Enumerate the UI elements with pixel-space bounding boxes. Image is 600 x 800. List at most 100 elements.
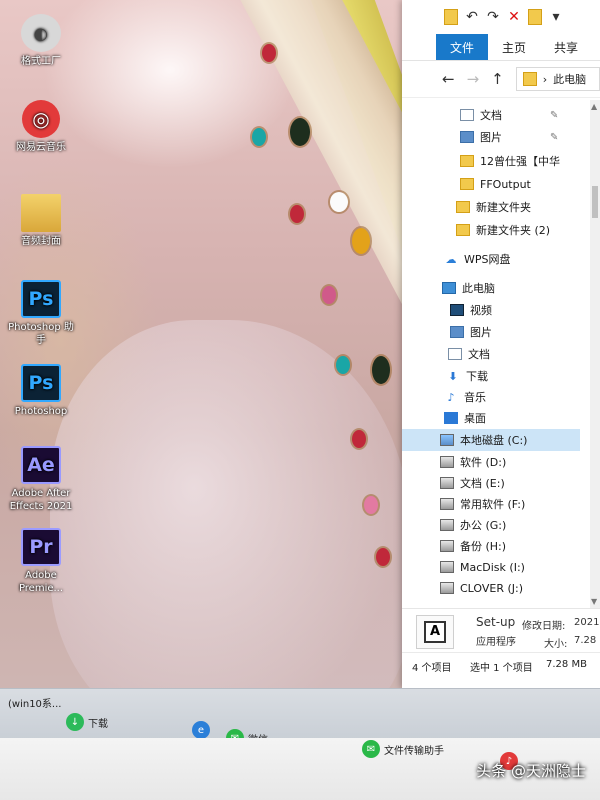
folder-icon — [460, 155, 474, 167]
tab-home[interactable]: 主页 — [488, 34, 540, 60]
folder-icon[interactable] — [444, 9, 458, 25]
nav-pane-scrollbar[interactable]: ▲ ▼ — [590, 100, 600, 608]
new-folder-icon[interactable] — [528, 9, 542, 25]
qat-dropdown-icon[interactable]: ▾ — [549, 9, 563, 25]
nav-item-label: 音乐 — [464, 391, 486, 404]
nav-item-folder-zeng[interactable]: 12曾仕强【中华 — [402, 150, 600, 172]
nav-item-this-pc[interactable]: 此电脑 — [402, 277, 600, 299]
nav-item-label: 桌面 — [464, 412, 486, 425]
drive-icon — [440, 561, 454, 573]
drive-icon — [440, 456, 454, 468]
taskbar-item-win10[interactable]: (win10系... — [8, 691, 61, 713]
folder-icon — [456, 224, 470, 236]
nav-item-label: 文档 — [468, 348, 490, 361]
desktop-icon-audio-cover[interactable]: 音频封面 — [6, 194, 76, 248]
nav-item-pictures[interactable]: 图片 ✎ — [402, 126, 600, 148]
scrollbar-thumb[interactable] — [592, 186, 598, 218]
nav-item-ffoutput[interactable]: FFOutput — [402, 173, 600, 195]
nav-item-label: 本地磁盘 (C:) — [460, 434, 528, 447]
bead-decoration — [352, 228, 370, 254]
nav-item-label: 此电脑 — [462, 282, 495, 295]
nav-item-label: CLOVER (J:) — [460, 581, 524, 595]
desktop-icon-label: 音频封面 — [21, 236, 61, 247]
nav-item-drive-g[interactable]: 办公 (G:) — [402, 514, 600, 536]
download-app-icon: ↓ — [66, 713, 84, 731]
music-icon: ♪ — [447, 390, 455, 404]
drive-icon — [440, 477, 454, 489]
bead-decoration — [336, 356, 350, 374]
taskbar-item-download[interactable]: ↓ 下载 — [66, 711, 108, 733]
desktop-icon-label: 格式工厂 — [21, 56, 61, 67]
nav-item-videos[interactable]: 视频 — [402, 299, 600, 321]
nav-item-wps-cloud[interactable]: ☁ WPS网盘 — [402, 248, 600, 270]
modified-label: 修改日期: — [522, 621, 566, 632]
delete-icon[interactable]: ✕ — [507, 9, 521, 25]
scroll-down-icon[interactable]: ▼ — [591, 597, 597, 606]
photoshop-icon: Ps — [21, 280, 61, 318]
nav-item-label: FFOutput — [480, 177, 531, 191]
nav-item-drive-d[interactable]: 软件 (D:) — [402, 451, 600, 473]
pin-icon[interactable]: ✎ — [550, 110, 558, 121]
pictures-icon — [450, 326, 464, 338]
back-button[interactable]: ← — [442, 70, 455, 88]
nav-item-label: 新建文件夹 (2) — [476, 224, 551, 237]
nav-item-drive-c[interactable]: 本地磁盘 (C:) — [402, 429, 580, 451]
nav-item-drive-j[interactable]: CLOVER (J:) — [402, 577, 600, 599]
nav-item-drive-e[interactable]: 文档 (E:) — [402, 472, 600, 494]
desktop-icon-after-effects[interactable]: Ae Adobe After Effects 2021 — [6, 446, 76, 513]
desktop-icon-premiere[interactable]: Pr Adobe Premie... — [6, 528, 76, 595]
scroll-up-icon[interactable]: ▲ — [591, 102, 597, 111]
nav-item-new-folder[interactable]: 新建文件夹 — [402, 196, 600, 218]
nav-item-drive-i[interactable]: MacDisk (I:) — [402, 556, 600, 578]
quick-access-toolbar: ↶ ↷ ✕ ▾ — [402, 0, 600, 34]
taskbar-item-label: 下载 — [88, 718, 108, 730]
nav-item-desktop[interactable]: 桌面 — [402, 407, 600, 429]
taskbar: (win10系... ↓ 下载 e ✉ 微信 — [0, 688, 600, 747]
bead-decoration — [322, 286, 336, 304]
desktop-icon-label: Photoshop — [14, 406, 68, 417]
desktop-icon-label: 网易云音乐 — [16, 142, 66, 153]
undo-icon[interactable]: ↶ — [465, 9, 479, 25]
desktop-icon-netease-music[interactable]: ◎ 网易云音乐 — [6, 100, 76, 154]
nav-item-label: 文档 (E:) — [460, 477, 505, 490]
forward-button[interactable]: → — [467, 70, 480, 88]
bead-decoration — [364, 496, 378, 514]
nav-item-music[interactable]: ♪ 音乐 — [402, 386, 600, 408]
folder-icon — [456, 201, 470, 213]
drive-icon — [440, 519, 454, 531]
nav-item-downloads[interactable]: ⬇ 下载 — [402, 365, 600, 387]
bead-decoration — [352, 430, 366, 448]
desktop-icon-photoshop-helper[interactable]: Ps Photoshop 助手 — [6, 280, 76, 347]
status-bar: 4 个项目 选中 1 个项目 7.28 MB — [402, 652, 600, 677]
tab-share[interactable]: 共享 — [540, 34, 592, 60]
file-thumbnail: A — [416, 615, 454, 649]
nav-item-pc-pictures[interactable]: 图片 — [402, 321, 600, 343]
nav-item-documents[interactable]: 文档 ✎ — [402, 104, 600, 126]
size-label: 大小: — [544, 639, 568, 650]
nav-item-new-folder-2[interactable]: 新建文件夹 (2) — [402, 219, 600, 241]
nav-item-drive-h[interactable]: 备份 (H:) — [402, 535, 600, 557]
nav-item-pc-documents[interactable]: 文档 — [402, 343, 600, 365]
document-icon — [448, 348, 462, 360]
taskbar-item-file-transfer[interactable]: ✉ 文件传输助手 — [362, 738, 444, 760]
selection-count: 选中 1 个项目 — [470, 663, 533, 674]
tab-file[interactable]: 文件 — [436, 34, 489, 60]
address-bar[interactable]: › 此电脑 — [515, 67, 600, 91]
taskbar-item-label: (win10系... — [8, 698, 62, 710]
file-type: 应用程序 — [476, 637, 516, 648]
nav-item-drive-f[interactable]: 常用软件 (F:) — [402, 493, 600, 515]
bead-decoration — [330, 192, 348, 212]
bead-decoration — [290, 205, 304, 223]
format-factory-icon: ◐ — [21, 14, 61, 52]
up-button[interactable]: ↑ — [491, 70, 504, 88]
desktop-icon-format-factory[interactable]: ◐ 格式工厂 — [6, 14, 76, 68]
nav-item-label: 办公 (G:) — [460, 519, 507, 532]
desktop-icon-label: Adobe Premie... — [18, 570, 64, 594]
pin-icon[interactable]: ✎ — [550, 132, 558, 143]
desktop-icon-photoshop[interactable]: Ps Photoshop — [6, 364, 76, 418]
redo-icon[interactable]: ↷ — [486, 9, 500, 25]
breadcrumb-chevron-icon: › — [542, 72, 548, 86]
drive-icon — [440, 434, 454, 446]
desktop-icon-label: Photoshop 助手 — [8, 322, 74, 346]
nav-item-label: 12曾仕强【中华 — [480, 155, 560, 168]
